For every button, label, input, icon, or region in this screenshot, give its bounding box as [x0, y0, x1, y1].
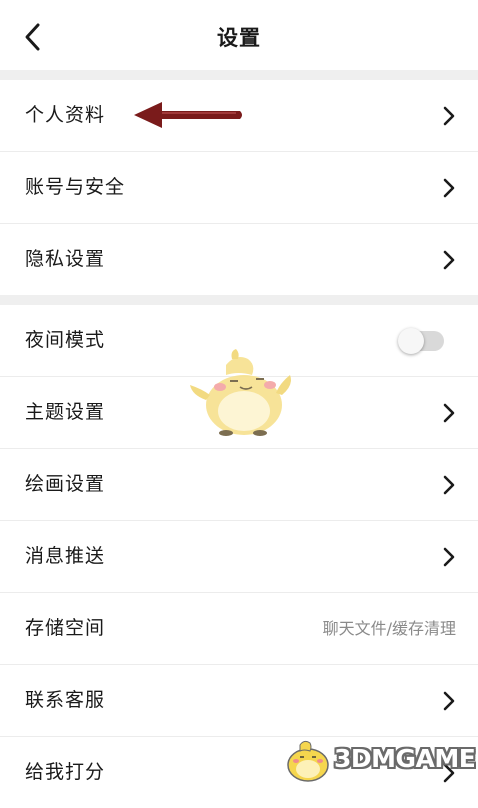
settings-row-label: 给我打分 — [25, 761, 106, 783]
settings-row-privacy[interactable]: 隐私设置 — [0, 224, 478, 295]
night-mode-toggle[interactable] — [398, 328, 444, 354]
settings-row-label: 主题设置 — [25, 401, 106, 423]
settings-row-label: 个人资料 — [25, 104, 106, 126]
toggle-knob — [398, 328, 424, 354]
settings-row-label: 联系客服 — [25, 689, 106, 711]
settings-row-label: 消息推送 — [25, 545, 106, 567]
settings-row-account-security[interactable]: 账号与安全 — [0, 152, 478, 224]
site-watermark: 3DMGAME — [282, 735, 478, 785]
settings-row-customer-service[interactable]: 联系客服 — [0, 665, 478, 737]
chick-logo-icon — [287, 740, 329, 782]
chevron-right-icon — [443, 691, 455, 711]
page-title: 设置 — [217, 26, 261, 50]
chevron-right-icon — [443, 178, 455, 198]
settings-row-label: 夜间模式 — [25, 329, 106, 351]
red-arrow-left-icon — [134, 102, 242, 128]
yellow-chick-mascot-icon — [190, 349, 291, 436]
settings-row-label: 隐私设置 — [25, 248, 106, 270]
chevron-right-icon — [443, 403, 455, 423]
settings-row-drawing[interactable]: 绘画设置 — [0, 449, 478, 521]
watermark-text: 3DMGAME — [334, 744, 476, 773]
settings-row-label: 账号与安全 — [25, 176, 126, 198]
settings-row-label: 存储空间 — [25, 617, 106, 639]
settings-row-label: 绘画设置 — [25, 473, 106, 495]
header-bar: 设置 — [0, 0, 478, 70]
storage-value: 聊天文件/缓存清理 — [322, 619, 456, 638]
chevron-right-icon — [443, 547, 455, 567]
chevron-right-icon — [443, 475, 455, 495]
chevron-right-icon — [443, 250, 455, 270]
settings-row-push-notifications[interactable]: 消息推送 — [0, 521, 478, 593]
settings-row-storage[interactable]: 存储空间 聊天文件/缓存清理 — [0, 593, 478, 665]
chevron-right-icon — [443, 106, 455, 126]
